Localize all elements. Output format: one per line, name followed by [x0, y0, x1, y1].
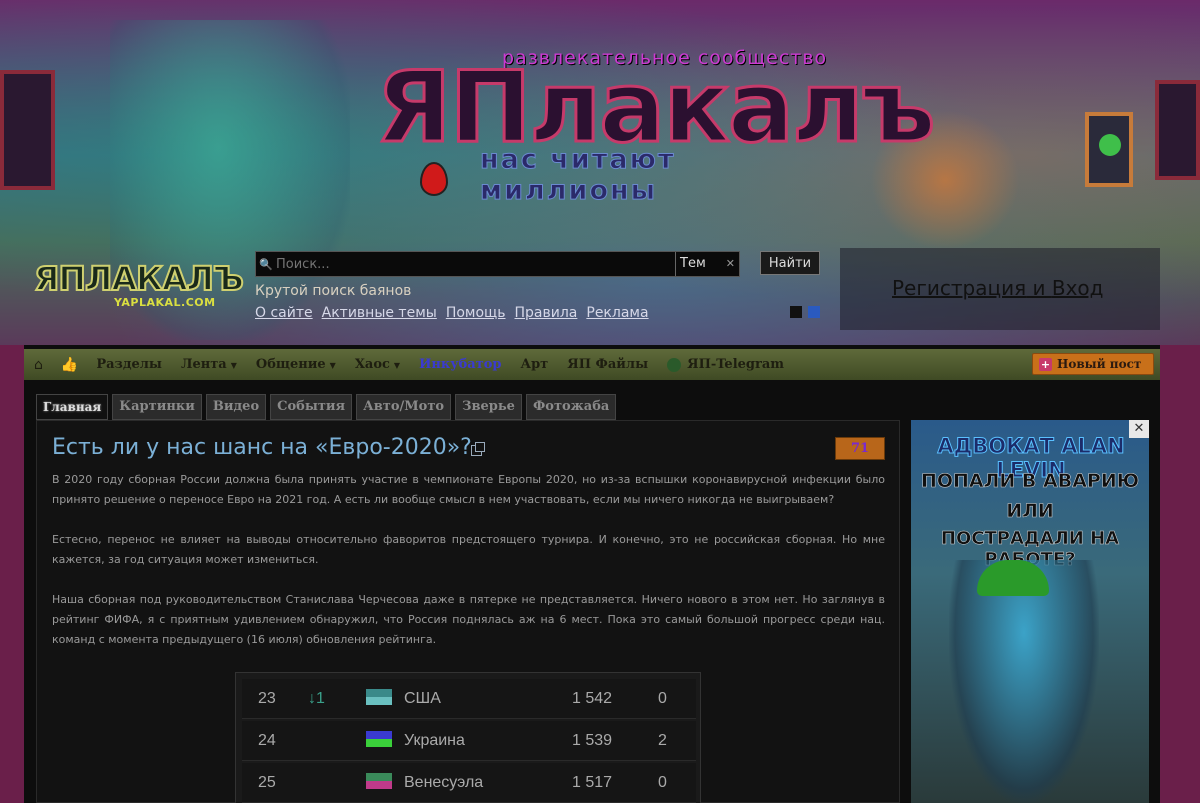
external-link-icon[interactable]: [471, 442, 485, 456]
chevron-down-icon: ▼: [230, 359, 237, 370]
tab-animals[interactable]: Зверье: [455, 394, 522, 420]
table-row: 25 Венесуэла 1 517 0: [242, 763, 696, 803]
nav-incubator[interactable]: Инкубатор: [419, 357, 501, 372]
header-banner: развлекательное сообщество ЯПлакалъ нас …: [0, 0, 1200, 345]
tab-events[interactable]: События: [270, 394, 353, 420]
banner-window-right: [1155, 80, 1200, 180]
main-logo[interactable]: развлекательное сообщество ЯПлакалъ нас …: [374, 44, 936, 207]
light-theme-icon[interactable]: [808, 306, 820, 318]
tab-video[interactable]: Видео: [205, 394, 267, 420]
nav-sections[interactable]: Разделы: [96, 357, 162, 372]
points-cell: 1 539: [572, 732, 613, 749]
main-navbar: ⌂ 👍 Разделы Лента ▼ Общение ▼ Хаос ▼ Инкуба…: [24, 349, 1160, 380]
article-body: В 2020 году сборная России должна была п…: [52, 470, 885, 670]
change-cell: 2: [658, 732, 667, 749]
top-link-ads[interactable]: Реклама: [586, 305, 648, 321]
search-scope-select[interactable]: Тем ✕: [675, 252, 739, 276]
dark-theme-icon[interactable]: [790, 306, 802, 318]
nav-feed[interactable]: Лента ▼: [181, 357, 237, 372]
banner-window-left: [0, 70, 55, 190]
search-button[interactable]: Найти: [760, 251, 820, 275]
rank-cell: 23: [258, 690, 276, 707]
tear-drop-icon: [420, 162, 448, 196]
nav-label: Инкубатор: [419, 357, 502, 372]
rank-change-cell: ↓1: [308, 690, 325, 707]
nav-label: Лента: [180, 357, 227, 372]
sidebar-ad-banner[interactable]: ✕ АДВОКАТ ALAN LEVIN ПОПАЛИ В АВАРИЮ ИЛИ…: [911, 420, 1149, 803]
article-paragraph: Наша сборная под руководительством Стани…: [52, 593, 885, 646]
top-link-help[interactable]: Помощь: [446, 305, 506, 321]
logo-slogan: нас читают миллионы: [480, 144, 676, 207]
flag-icon: [366, 689, 392, 705]
article-paragraph: Естесно, перенос не влияет на выводы отн…: [52, 533, 885, 566]
rating-badge[interactable]: 71: [835, 437, 885, 460]
auth-panel: Регистрация и Вход: [840, 248, 1160, 330]
theme-switcher: [790, 306, 820, 318]
search-hint-link[interactable]: Крутой поиск баянов: [255, 283, 411, 299]
change-cell: 0: [658, 774, 667, 791]
article-post: Есть ли у нас шанс на «Евро-2020»? 71 В …: [36, 420, 900, 803]
rank-cell: 25: [258, 774, 276, 791]
country-cell: США: [404, 690, 441, 707]
change-cell: 0: [658, 690, 667, 707]
search-icon: 🔍: [259, 257, 273, 271]
top-link-about[interactable]: О сайте: [255, 305, 313, 321]
clear-icon[interactable]: ✕: [726, 252, 735, 276]
site-logo-domain: YAPLAKAL.COM: [114, 296, 216, 309]
tab-main[interactable]: Главная: [36, 394, 109, 420]
nav-telegram[interactable]: ЯП-Telegram: [667, 357, 784, 372]
nav-chaos[interactable]: Хаос ▼: [355, 357, 400, 372]
ad-text-line: ИЛИ: [1006, 500, 1054, 523]
nav-label: Общение: [255, 357, 326, 372]
nav-art[interactable]: Арт: [521, 357, 549, 372]
article-title[interactable]: Есть ли у нас шанс на «Евро-2020»?: [52, 435, 472, 460]
new-post-button[interactable]: + Новый пост: [1032, 353, 1154, 375]
ad-text-line: ПОПАЛИ В АВАРИЮ: [920, 470, 1140, 493]
nav-files[interactable]: ЯП Файлы: [567, 357, 648, 372]
search-scope-value: Тем: [680, 256, 706, 271]
nav-communication[interactable]: Общение ▼: [256, 357, 336, 372]
country-cell: Венесуэла: [404, 774, 484, 791]
top-link-rules[interactable]: Правила: [515, 305, 578, 321]
top-link-active-topics[interactable]: Активные темы: [322, 305, 437, 321]
nav-label: Хаос: [354, 357, 390, 372]
tab-pictures[interactable]: Картинки: [112, 394, 202, 420]
flag-icon: [366, 773, 392, 789]
nav-label: Арт: [520, 357, 549, 372]
auth-separator: и: [1032, 276, 1046, 300]
rank-cell: 24: [258, 732, 276, 749]
plus-icon: +: [1039, 358, 1052, 371]
search-input[interactable]: [276, 253, 675, 275]
country-cell: Украина: [404, 732, 465, 749]
new-post-label: Новый пост: [1057, 357, 1142, 371]
auth-links: Регистрация и Вход: [892, 276, 1103, 300]
search-box: 🔍 Тем ✕: [255, 251, 740, 277]
fifa-ranking-image: 23 ↓1 США 1 542 0 24 Украина 1 539 2 25 …: [235, 672, 701, 803]
points-cell: 1 542: [572, 690, 613, 707]
banner-painting: [1085, 112, 1133, 187]
nav-label: ЯП-Telegram: [687, 357, 785, 372]
nav-label: Разделы: [96, 357, 162, 372]
table-row: 23 ↓1 США 1 542 0: [242, 679, 696, 719]
nav-label: ЯП Файлы: [567, 357, 649, 372]
article-paragraph: В 2020 году сборная России должна была п…: [52, 473, 885, 506]
flag-icon: [366, 731, 392, 747]
category-tabs: Главная Картинки Видео События Авто/Мото…: [36, 394, 617, 420]
site-logo[interactable]: ЯПЛАКАЛЪ YAPLAKAL.COM: [33, 259, 245, 316]
points-cell: 1 517: [572, 774, 613, 791]
logo-text: ЯПлакалъ: [374, 51, 936, 165]
tab-auto-moto[interactable]: Авто/Мото: [356, 394, 452, 420]
thumbs-up-icon[interactable]: 👍: [61, 357, 78, 373]
chevron-down-icon: ▼: [393, 359, 401, 370]
chevron-down-icon: ▼: [329, 359, 336, 370]
home-icon[interactable]: ⌂: [34, 357, 43, 373]
login-link[interactable]: Вход: [1052, 276, 1104, 300]
site-logo-text: ЯПЛАКАЛЪ: [33, 259, 245, 299]
telegram-icon: [667, 357, 682, 372]
ad-worker-illustration: [949, 560, 1099, 803]
register-link[interactable]: Регистрация: [892, 276, 1026, 300]
table-row: 24 Украина 1 539 2: [242, 721, 696, 761]
top-links: О сайте Активные темы Помощь Правила Рек…: [255, 305, 649, 321]
tab-photoshop[interactable]: Фотожаба: [525, 394, 617, 420]
